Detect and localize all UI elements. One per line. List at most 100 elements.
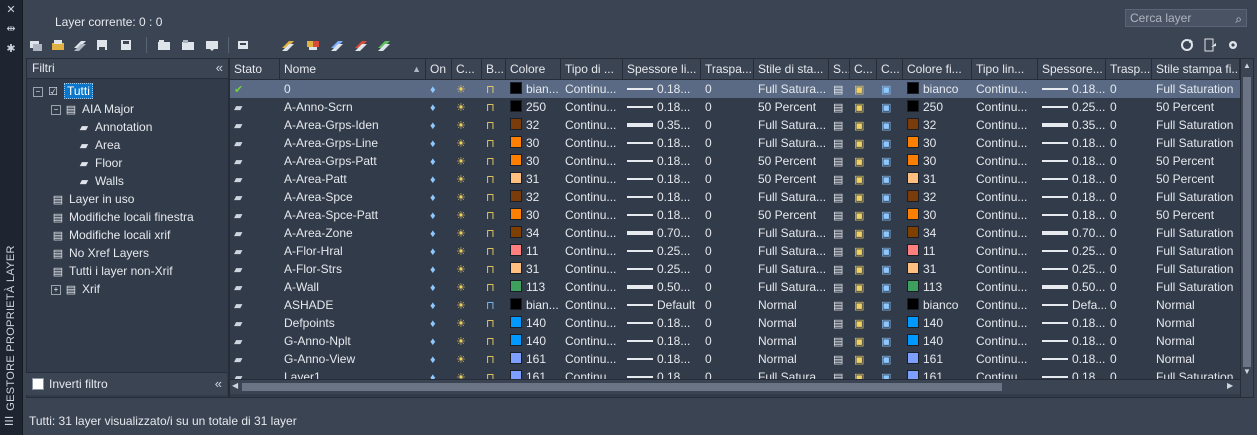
status-cell[interactable]: ▰ — [230, 134, 280, 152]
layer-name-cell[interactable]: A-Area-Grps-Line — [280, 134, 426, 152]
plot-style-cell[interactable]: Full Satura... — [754, 134, 829, 152]
scroll-thumb[interactable] — [1243, 77, 1251, 367]
on-toggle[interactable]: ♦ — [426, 260, 452, 278]
lineweight-cell[interactable]: 0.18... — [623, 206, 701, 224]
linetype-cell[interactable]: Continu... — [561, 152, 623, 170]
lock-toggle[interactable]: ⊓ — [482, 116, 506, 134]
column-header-cell[interactable]: C... — [452, 59, 482, 79]
tree-expander-icon[interactable]: − — [51, 104, 61, 115]
table-row[interactable]: ▰ A-Area-Patt ♦ ☀ ⊓ 31 Continu... 0.18... 0 50 Pe… — [230, 170, 1240, 188]
vp-transparency-cell[interactable]: 0 — [1106, 260, 1152, 278]
tree-expander-icon[interactable]: + — [51, 284, 61, 295]
layer-color-icon[interactable] — [306, 38, 320, 52]
vp-freeze-toggle[interactable]: ▣ — [877, 80, 903, 98]
layer-name-cell[interactable]: G-Anno-View — [280, 350, 426, 368]
vp-linetype-cell[interactable]: Continu... — [972, 278, 1038, 296]
vp-lineweight-cell[interactable]: 0.25... — [1038, 98, 1106, 116]
table-row[interactable]: ▰ A-Area-Zone ♦ ☀ ⊓ 34 Continu... 0.70... 0 Full … — [230, 224, 1240, 242]
color-cell[interactable]: 161 — [506, 350, 561, 368]
lineweight-cell[interactable]: 0.18... — [623, 188, 701, 206]
new-vp-freeze-toggle[interactable]: ▣ — [850, 116, 877, 134]
on-toggle[interactable]: ♦ — [426, 332, 452, 350]
column-header-cell[interactable]: C... — [850, 59, 877, 79]
lock-toggle[interactable]: ⊓ — [482, 224, 506, 242]
lock-toggle[interactable]: ⊓ — [482, 170, 506, 188]
filter-tree-node[interactable]: ▰ Floor — [77, 154, 123, 172]
freeze-toggle[interactable]: ☀ — [452, 170, 482, 188]
vp-freeze-toggle[interactable]: ▣ — [877, 350, 903, 368]
color-cell[interactable]: 32 — [506, 188, 561, 206]
on-toggle[interactable]: ♦ — [426, 98, 452, 116]
on-toggle[interactable]: ♦ — [426, 296, 452, 314]
table-row[interactable]: ▰ A-Area-Grps-Patt ♦ ☀ ⊓ 30 Continu... 0.18... 0… — [230, 152, 1240, 170]
linetype-cell[interactable]: Continu... — [561, 80, 623, 98]
on-toggle[interactable]: ♦ — [426, 278, 452, 296]
linetype-cell[interactable]: Continu... — [561, 98, 623, 116]
status-cell[interactable]: ▰ — [230, 116, 280, 134]
vp-linetype-cell[interactable]: Continu... — [972, 134, 1038, 152]
vp-transparency-cell[interactable]: 0 — [1106, 350, 1152, 368]
layer-name-cell[interactable]: A-Flor-Strs — [280, 260, 426, 278]
transparency-cell[interactable]: 0 — [701, 242, 754, 260]
color-cell[interactable]: 30 — [506, 152, 561, 170]
lineweight-cell[interactable]: 0.35... — [623, 116, 701, 134]
transparency-cell[interactable]: 0 — [701, 116, 754, 134]
linetype-cell[interactable]: Continu... — [561, 332, 623, 350]
table-row[interactable]: ▰ A-Flor-Strs ♦ ☀ ⊓ 31 Continu... 0.25... 0 Full … — [230, 260, 1240, 278]
new-property-filter-icon[interactable] — [29, 38, 43, 52]
lineweight-cell[interactable]: 0.18... — [623, 134, 701, 152]
status-cell[interactable]: ▰ — [230, 278, 280, 296]
new-vp-freeze-toggle[interactable]: ▣ — [850, 134, 877, 152]
vp-linetype-cell[interactable]: Continu... — [972, 332, 1038, 350]
plot-style-cell[interactable]: Full Satura... — [754, 278, 829, 296]
vp-linetype-cell[interactable]: Continu... — [972, 224, 1038, 242]
status-cell[interactable]: ▰ — [230, 260, 280, 278]
vp-color-cell[interactable]: 140 — [903, 314, 972, 332]
on-toggle[interactable]: ♦ — [426, 152, 452, 170]
on-toggle[interactable]: ♦ — [426, 188, 452, 206]
on-toggle[interactable]: ♦ — [426, 224, 452, 242]
color-cell[interactable]: 34 — [506, 224, 561, 242]
vp-lineweight-cell[interactable]: 0.18... — [1038, 350, 1106, 368]
lock-toggle[interactable]: ⊓ — [482, 350, 506, 368]
plot-toggle[interactable]: ▤ — [829, 152, 850, 170]
collapse-filters-icon[interactable]: « — [216, 60, 223, 75]
lock-toggle[interactable]: ⊓ — [482, 332, 506, 350]
freeze-toggle[interactable]: ☀ — [452, 134, 482, 152]
scroll-up-icon[interactable]: ▲ — [1243, 61, 1251, 70]
plot-style-cell[interactable]: Full Satura... — [754, 242, 829, 260]
vp-transparency-cell[interactable]: 0 — [1106, 188, 1152, 206]
lock-toggle[interactable]: ⊓ — [482, 206, 506, 224]
transparency-cell[interactable]: 0 — [701, 152, 754, 170]
new-vp-freeze-toggle[interactable]: ▣ — [850, 224, 877, 242]
status-cell[interactable]: ▰ — [230, 152, 280, 170]
lock-toggle[interactable]: ⊓ — [482, 188, 506, 206]
vp-freeze-toggle[interactable]: ▣ — [877, 278, 903, 296]
vp-color-cell[interactable]: 32 — [903, 188, 972, 206]
column-header-cell[interactable]: Stato — [230, 59, 280, 79]
vp-linetype-cell[interactable]: Continu... — [972, 314, 1038, 332]
column-header-cell[interactable]: On — [426, 59, 452, 79]
freeze-toggle[interactable]: ☀ — [452, 296, 482, 314]
filter-tree-node[interactable]: ▰ Area — [77, 136, 121, 154]
vp-lineweight-cell[interactable]: 0.70... — [1038, 224, 1106, 242]
transparency-cell[interactable]: 0 — [701, 98, 754, 116]
freeze-toggle[interactable]: ☀ — [452, 188, 482, 206]
vp-plot-style-cell[interactable]: 50 Percent — [1152, 98, 1240, 116]
color-cell[interactable]: 140 — [506, 314, 561, 332]
vp-transparency-cell[interactable]: 0 — [1106, 278, 1152, 296]
scroll-thumb-horizontal[interactable] — [242, 383, 1002, 391]
plot-toggle[interactable]: ▤ — [829, 206, 850, 224]
filter-tree-node[interactable]: + ▤ Xrif — [51, 280, 100, 298]
vp-freeze-toggle[interactable]: ▣ — [877, 242, 903, 260]
close-icon[interactable]: ✕ — [0, 3, 22, 16]
new-vp-freeze-toggle[interactable]: ▣ — [850, 278, 877, 296]
transparency-cell[interactable]: 0 — [701, 170, 754, 188]
plot-toggle[interactable]: ▤ — [829, 188, 850, 206]
status-cell[interactable]: ✔ — [230, 80, 280, 98]
plot-toggle[interactable]: ▤ — [829, 224, 850, 242]
layer-delete-icon[interactable] — [354, 38, 368, 52]
transparency-cell[interactable]: 0 — [701, 278, 754, 296]
plot-toggle[interactable]: ▤ — [829, 116, 850, 134]
lineweight-cell[interactable]: 0.18... — [623, 80, 701, 98]
